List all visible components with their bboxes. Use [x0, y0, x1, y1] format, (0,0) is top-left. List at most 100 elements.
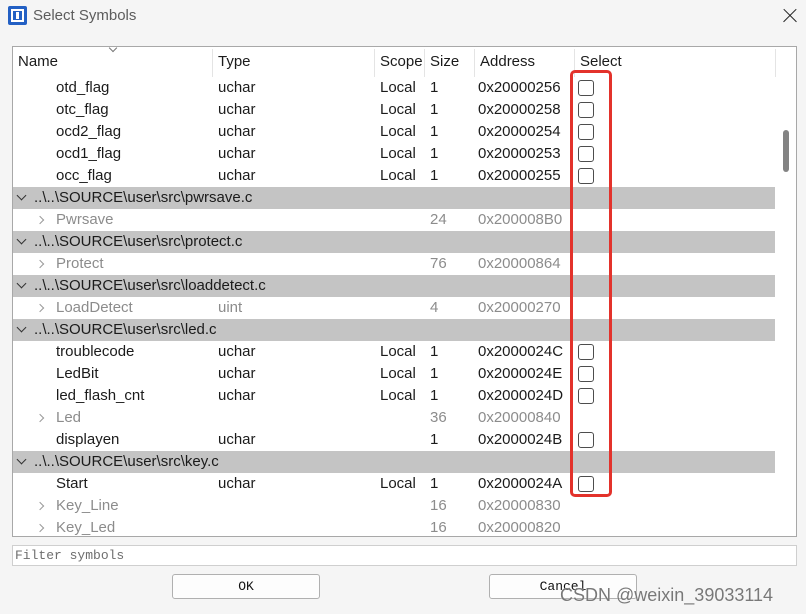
symbol-scope: Local — [380, 387, 416, 404]
symbol-row[interactable]: ocd1_flag uchar Local 1 0x20000253 — [13, 143, 775, 165]
expandable-symbol-row[interactable]: LoadDetect uint 4 0x20000270 — [13, 297, 775, 319]
symbol-name: ocd2_flag — [56, 123, 122, 140]
scrollbar-thumb[interactable] — [783, 130, 789, 172]
chevron-right-icon[interactable] — [35, 501, 45, 511]
file-path-label: ..\..\SOURCE\user\src\led.c — [34, 321, 217, 338]
symbol-row[interactable]: LedBit uchar Local 1 0x2000024E — [13, 363, 775, 385]
title-bar[interactable]: Select Symbols — [0, 0, 806, 32]
expandable-symbol-row[interactable]: Protect 76 0x20000864 — [13, 253, 775, 275]
symbol-address: 0x20000864 — [478, 255, 561, 272]
select-checkbox[interactable] — [578, 432, 594, 448]
column-divider[interactable] — [474, 49, 475, 77]
symbol-address: 0x20000840 — [478, 409, 561, 426]
symbol-name: displayen — [56, 431, 120, 448]
column-divider[interactable] — [424, 49, 425, 77]
chevron-right-icon[interactable] — [35, 413, 45, 423]
symbol-name: Led — [56, 409, 82, 426]
symbol-row[interactable]: troublecode uchar Local 1 0x2000024C — [13, 341, 775, 363]
file-path-label: ..\..\SOURCE\user\src\protect.c — [34, 233, 243, 250]
select-checkbox[interactable] — [578, 146, 594, 162]
chevron-right-icon[interactable] — [35, 259, 45, 269]
expandable-symbol-row[interactable]: Led 36 0x20000840 — [13, 407, 775, 429]
symbol-size: 1 — [430, 343, 439, 360]
symbol-type: uchar — [218, 431, 256, 448]
file-group-row[interactable]: ..\..\SOURCE\user\src\pwrsave.c — [13, 187, 775, 209]
symbol-row[interactable]: occ_flag uchar Local 1 0x20000255 — [13, 165, 775, 187]
symbol-size: 36 — [430, 409, 447, 426]
symbol-address: 0x20000820 — [478, 519, 561, 536]
file-group-row[interactable]: ..\..\SOURCE\user\src\key.c — [13, 451, 775, 473]
symbol-address: 0x20000258 — [478, 101, 561, 118]
symbol-row[interactable]: ocd2_flag uchar Local 1 0x20000254 — [13, 121, 775, 143]
file-path-label: ..\..\SOURCE\user\src\key.c — [34, 453, 219, 470]
symbol-type: uchar — [218, 475, 256, 492]
column-divider[interactable] — [574, 49, 575, 77]
symbol-scope: Local — [380, 167, 416, 184]
column-header-size[interactable]: Size — [430, 47, 470, 77]
column-divider[interactable] — [775, 49, 776, 77]
select-checkbox[interactable] — [578, 344, 594, 360]
watermark: CSDN @weixin_39033114 — [560, 585, 774, 605]
chevron-down-icon[interactable] — [16, 278, 27, 289]
select-checkbox[interactable] — [578, 124, 594, 140]
close-button[interactable] — [780, 5, 800, 25]
expandable-symbol-row[interactable]: Key_Line 16 0x20000830 — [13, 495, 775, 517]
ok-button[interactable]: OK — [172, 574, 320, 599]
symbol-address: 0x2000024C — [478, 343, 564, 360]
column-divider[interactable] — [374, 49, 375, 77]
chevron-down-icon[interactable] — [16, 190, 27, 201]
select-checkbox[interactable] — [578, 476, 594, 492]
column-divider[interactable] — [212, 49, 213, 77]
expandable-symbol-row[interactable]: Pwrsave 24 0x200008B0 — [13, 209, 775, 231]
expandable-symbol-row[interactable]: Key_Led 16 0x20000820 — [13, 517, 775, 536]
chevron-down-icon[interactable] — [16, 454, 27, 465]
file-group-row[interactable]: ..\..\SOURCE\user\src\protect.c — [13, 231, 775, 253]
select-checkbox[interactable] — [578, 366, 594, 382]
chevron-right-icon[interactable] — [35, 215, 45, 225]
symbol-row[interactable]: otc_flag uchar Local 1 0x20000258 — [13, 99, 775, 121]
file-group-row[interactable]: ..\..\SOURCE\user\src\led.c — [13, 319, 775, 341]
symbol-address: 0x200008B0 — [478, 211, 563, 228]
chevron-down-icon[interactable] — [16, 322, 27, 333]
close-icon — [780, 5, 800, 25]
chevron-right-icon[interactable] — [35, 523, 45, 533]
file-group-row[interactable]: ..\..\SOURCE\user\src\loaddetect.c — [13, 275, 775, 297]
table-header: Name Type Scope Size Address Select — [13, 47, 796, 77]
symbol-scope: Local — [380, 343, 416, 360]
symbol-name: LedBit — [56, 365, 99, 382]
symbol-size: 16 — [430, 497, 447, 514]
select-checkbox[interactable] — [578, 168, 594, 184]
column-header-address[interactable]: Address — [480, 47, 570, 77]
filter-symbols-input[interactable] — [12, 545, 797, 566]
symbol-size: 24 — [430, 211, 447, 228]
symbol-size: 1 — [430, 79, 439, 96]
chevron-right-icon[interactable] — [35, 303, 45, 313]
select-checkbox[interactable] — [578, 80, 594, 96]
symbol-address: 0x2000024E — [478, 365, 563, 382]
symbol-address: 0x2000024A — [478, 475, 563, 492]
file-path-label: ..\..\SOURCE\user\src\pwrsave.c — [34, 189, 253, 206]
symbol-name: led_flash_cnt — [56, 387, 145, 404]
select-checkbox[interactable] — [578, 388, 594, 404]
symbol-address: 0x2000024B — [478, 431, 563, 448]
symbol-name: Key_Led — [56, 519, 116, 536]
symbol-size: 16 — [430, 519, 447, 536]
column-header-scope[interactable]: Scope — [380, 47, 424, 77]
symbol-row[interactable]: displayen uchar 1 0x2000024B — [13, 429, 775, 451]
symbol-scope: Local — [380, 145, 416, 162]
symbol-name: troublecode — [56, 343, 135, 360]
column-header-select[interactable]: Select — [580, 47, 770, 77]
symbol-size: 1 — [430, 431, 439, 448]
symbol-scope: Local — [380, 365, 416, 382]
vertical-scrollbar[interactable] — [776, 77, 796, 536]
select-checkbox[interactable] — [578, 102, 594, 118]
symbol-type: uchar — [218, 145, 256, 162]
symbol-scope: Local — [380, 475, 416, 492]
symbol-row[interactable]: led_flash_cnt uchar Local 1 0x2000024D — [13, 385, 775, 407]
symbol-row[interactable]: otd_flag uchar Local 1 0x20000256 — [13, 77, 775, 99]
symbol-size: 1 — [430, 145, 439, 162]
symbol-row[interactable]: Start uchar Local 1 0x2000024A — [13, 473, 775, 495]
symbol-name: Pwrsave — [56, 211, 114, 228]
column-header-type[interactable]: Type — [218, 47, 370, 77]
chevron-down-icon[interactable] — [16, 234, 27, 245]
